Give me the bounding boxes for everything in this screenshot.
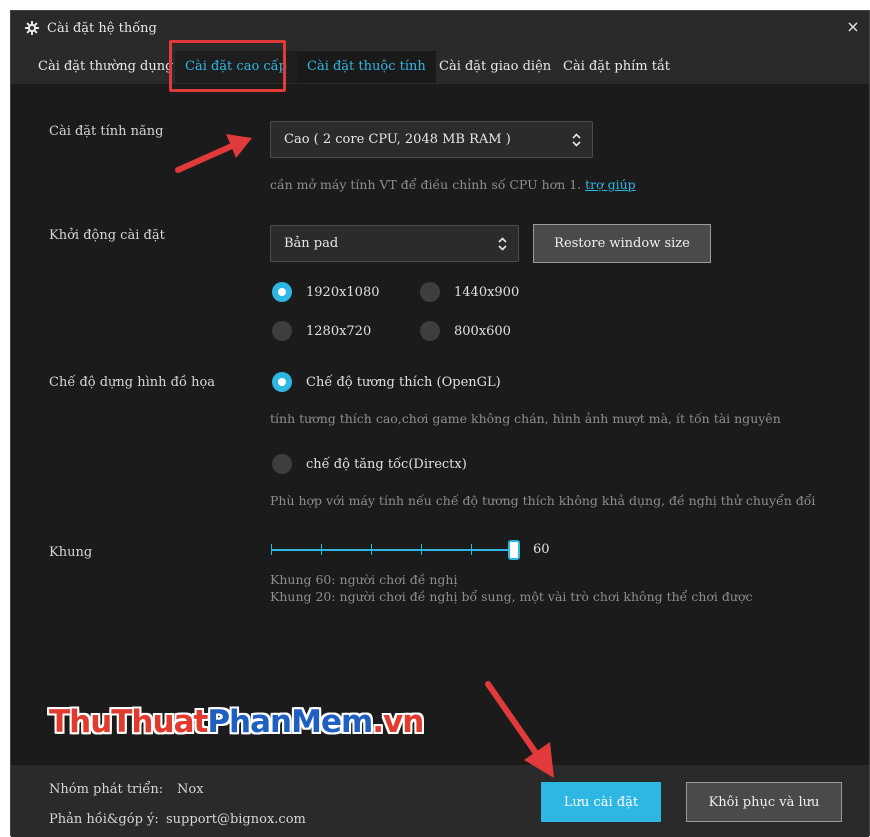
save-settings-label: Lưu cài đặt xyxy=(563,794,639,810)
chevron-updown-icon xyxy=(498,236,507,251)
chevron-updown-icon xyxy=(572,132,581,147)
radio-selected-icon xyxy=(272,282,292,302)
slider-tick xyxy=(471,544,472,555)
performance-select-value: Cao ( 2 core CPU, 2048 MB RAM ) xyxy=(284,132,511,147)
resolution-1280-label: 1280x720 xyxy=(306,323,372,339)
resolution-1280-radio[interactable]: 1280x720 xyxy=(272,321,371,341)
tab-bar: Cài đặt thường dụng Cài đặt cao cấp Cài … xyxy=(11,51,869,85)
dev-label: Nhóm phát triển: xyxy=(49,782,164,797)
graphics-directx-hint: Phù hợp với máy tính nếu chế độ tương th… xyxy=(270,493,816,508)
performance-label: Cài đặt tính năng xyxy=(49,124,164,139)
footer: Nhóm phát triển: Nox Phản hồi&góp ý: sup… xyxy=(11,765,869,837)
startup-label: Khởi động cài đặt xyxy=(49,228,165,243)
resolution-800-label: 800x600 xyxy=(454,323,511,339)
tab-general[interactable]: Cài đặt thường dụng xyxy=(28,51,183,83)
radio-unselected-icon xyxy=(272,454,292,474)
graphics-directx-label: chế độ tăng tốc(Directx) xyxy=(306,456,467,472)
performance-select[interactable]: Cao ( 2 core CPU, 2048 MB RAM ) xyxy=(270,121,593,158)
save-settings-button[interactable]: Lưu cài đặt xyxy=(541,782,661,822)
resolution-1440-radio[interactable]: 1440x900 xyxy=(420,282,519,302)
gear-icon xyxy=(25,21,39,35)
window-title: Cài đặt hệ thống xyxy=(47,21,157,36)
frame-slider-track[interactable] xyxy=(271,549,511,551)
radio-unselected-icon xyxy=(420,321,440,341)
help-link[interactable]: trợ giúp xyxy=(585,177,636,192)
tab-highlight-box xyxy=(169,40,286,92)
slider-tick xyxy=(321,544,322,555)
feedback-label: Phản hồi&góp ý: xyxy=(49,812,159,827)
slider-tick xyxy=(271,544,272,555)
resolution-800-radio[interactable]: 800x600 xyxy=(420,321,511,341)
performance-hint: cần mở máy tính VT để điều chỉnh số CPU … xyxy=(270,177,636,192)
frame-hint-60: Khung 60: người chơi đề nghị xyxy=(270,572,458,587)
settings-content: Cài đặt tính năng Cao ( 2 core CPU, 2048… xyxy=(11,84,869,765)
title-bar: Cài đặt hệ thống × xyxy=(11,11,869,43)
restore-window-size-button[interactable]: Restore window size xyxy=(533,224,711,263)
tab-properties[interactable]: Cài đặt thuộc tính xyxy=(297,51,436,83)
graphics-opengl-hint: tính tương thích cao,chơi game không chá… xyxy=(270,411,781,426)
slider-tick xyxy=(421,544,422,555)
frame-value: 60 xyxy=(533,542,550,557)
restore-window-size-label: Restore window size xyxy=(554,236,690,251)
radio-unselected-icon xyxy=(420,282,440,302)
graphics-directx-radio[interactable]: chế độ tăng tốc(Directx) xyxy=(272,454,467,474)
startup-select-value: Bản pad xyxy=(284,236,339,251)
graphics-opengl-radio[interactable]: Chế độ tương thích (OpenGL) xyxy=(272,372,501,392)
close-button[interactable]: × xyxy=(843,17,863,37)
close-icon: × xyxy=(846,17,860,36)
slider-tick xyxy=(371,544,372,555)
feedback-email[interactable]: support@bignox.com xyxy=(166,812,306,827)
graphics-opengl-label: Chế độ tương thích (OpenGL) xyxy=(306,374,501,390)
resolution-1920-label: 1920x1080 xyxy=(306,284,380,300)
resolution-1440-label: 1440x900 xyxy=(454,284,520,300)
radio-unselected-icon xyxy=(272,321,292,341)
frame-hint-20: Khung 20: người chơi đề nghị bổ sung, mộ… xyxy=(270,589,753,604)
restore-and-save-label: Khôi phục và lưu xyxy=(708,794,820,810)
radio-selected-icon xyxy=(272,372,292,392)
tab-shortcuts[interactable]: Cài đặt phím tắt xyxy=(553,51,680,83)
dev-value: Nox xyxy=(177,782,204,797)
settings-window: Cài đặt hệ thống × Cài đặt thường dụng C… xyxy=(10,10,870,837)
tab-interface[interactable]: Cài đặt giao diện xyxy=(429,51,561,83)
graphics-label: Chế độ dựng hình đồ họa xyxy=(49,375,216,390)
frame-slider-thumb[interactable] xyxy=(508,540,520,560)
restore-and-save-button[interactable]: Khôi phục và lưu xyxy=(686,782,842,822)
frame-label: Khung xyxy=(49,545,93,560)
watermark-logo: ThuThuatPhanMem.vn xyxy=(49,704,424,740)
resolution-1920-radio[interactable]: 1920x1080 xyxy=(272,282,380,302)
startup-select[interactable]: Bản pad xyxy=(270,225,519,262)
